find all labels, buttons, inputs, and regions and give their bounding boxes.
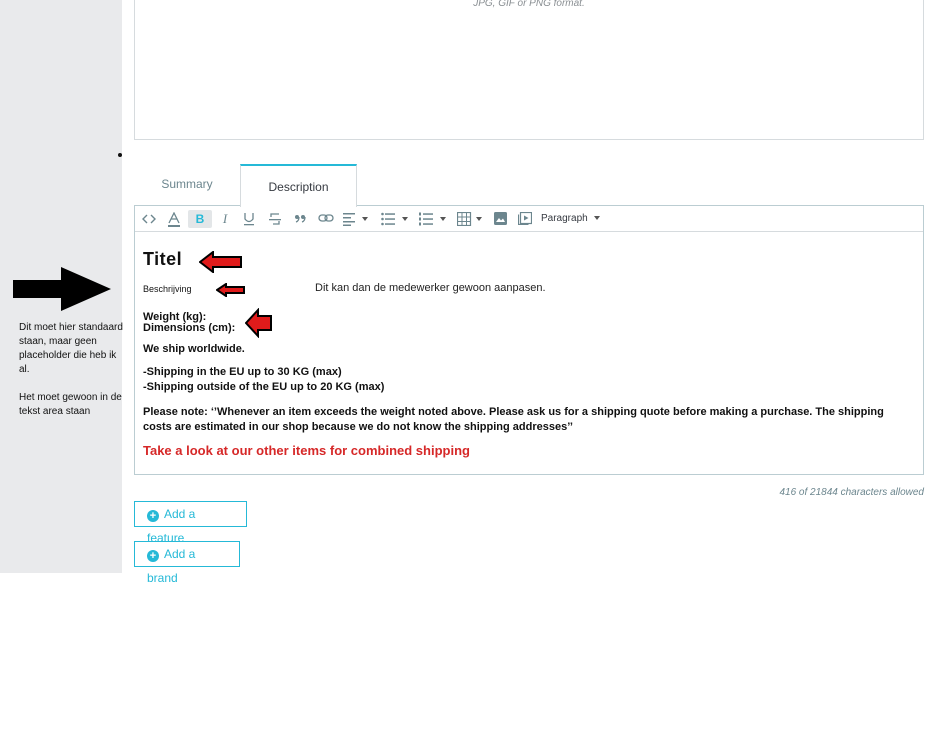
numbered-list-icon[interactable] — [419, 210, 449, 228]
image-upload-area[interactable]: JPG, GIF or PNG format. — [134, 0, 924, 140]
add-brand-button[interactable]: + Add a brand — [134, 541, 240, 585]
chevron-down-icon — [594, 216, 601, 220]
editor-content[interactable]: Titel Beschrijving Dit kan dan de medewe… — [143, 232, 915, 474]
format-select[interactable]: Paragraph — [541, 210, 607, 228]
plus-circle-icon: + — [147, 510, 159, 522]
content-inline-note: Dit kan dan de medewerker gewoon aanpase… — [315, 282, 546, 294]
description-tabs: Summary Description — [134, 164, 924, 207]
rich-text-editor[interactable]: B I Paragraph Titel Beschrijving Dit kan… — [134, 205, 924, 475]
code-icon[interactable] — [141, 210, 157, 228]
content-promo: Take a look at our other items for combi… — [143, 443, 470, 458]
annotation-note-line1: Dit moet hier standaard staan, maar geen… — [19, 322, 123, 375]
content-title: Titel — [143, 249, 183, 269]
content-shipping-outside: -Shipping outside of the EU up to 20 KG … — [143, 381, 385, 393]
content-shipping-eu: -Shipping in the EU up to 30 KG (max) — [143, 366, 342, 378]
format-select-label: Paragraph — [541, 213, 588, 224]
link-icon[interactable] — [317, 210, 335, 228]
upload-format-hint: JPG, GIF or PNG format. — [473, 0, 585, 9]
bold-icon[interactable]: B — [188, 210, 212, 228]
text-color-icon[interactable] — [166, 210, 182, 228]
bullet-dot — [118, 153, 122, 157]
annotation-note-line2: Het moet gewoon in de tekst area staan — [19, 392, 122, 417]
media-icon[interactable] — [517, 210, 533, 228]
red-arrow-icon — [216, 283, 245, 297]
image-icon[interactable] — [492, 210, 508, 228]
blockquote-icon[interactable] — [292, 210, 308, 228]
strikethrough-icon[interactable] — [267, 210, 283, 228]
align-icon[interactable] — [343, 210, 371, 228]
annotation-note: Dit moet hier standaard staan, maar geen… — [19, 321, 129, 433]
plus-circle-icon: + — [147, 550, 159, 562]
red-arrow-icon — [199, 251, 242, 273]
content-weight: Weight (kg): — [143, 311, 207, 323]
table-icon[interactable] — [457, 210, 487, 228]
content-please-note: Please note: ‘’Whenever an item exceeds … — [143, 406, 884, 433]
bullet-list-icon[interactable] — [381, 210, 411, 228]
content-dimensions: Dimensions (cm): — [143, 322, 236, 334]
tab-summary[interactable]: Summary — [134, 164, 240, 206]
editor-toolbar: B I Paragraph — [135, 206, 923, 232]
add-feature-button[interactable]: + Add a feature — [134, 501, 247, 545]
character-counter: 416 of 21844 characters allowed — [779, 487, 924, 498]
content-description: Beschrijving — [143, 284, 192, 294]
red-arrow-icon — [245, 308, 272, 338]
italic-icon[interactable]: I — [217, 210, 233, 228]
tab-description[interactable]: Description — [240, 164, 357, 207]
underline-icon[interactable] — [241, 210, 257, 228]
content-ship-worldwide: We ship worldwide. — [143, 343, 245, 355]
big-black-arrow-icon — [13, 267, 111, 311]
